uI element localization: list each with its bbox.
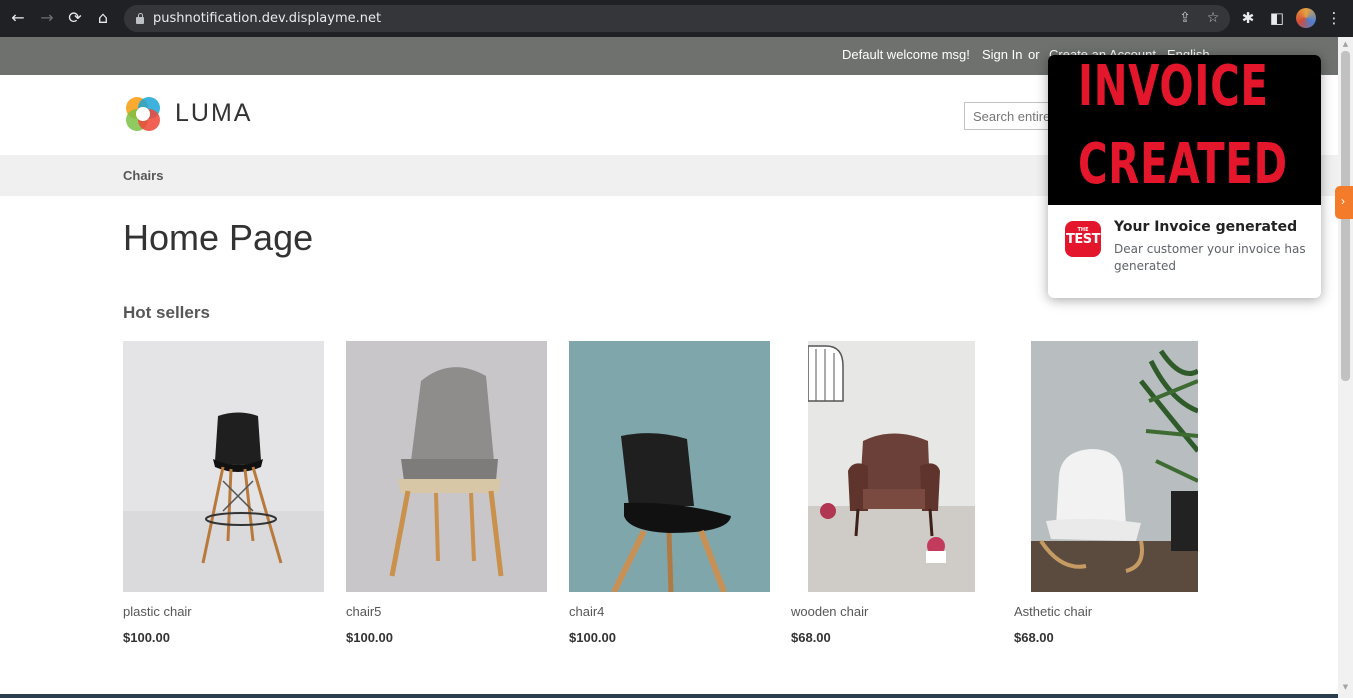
url-text[interactable]: pushnotification.dev.displayme.net [153, 11, 381, 26]
sign-in-link[interactable]: Sign In [982, 47, 1022, 62]
banner-line-1: INVOICE [1078, 55, 1269, 119]
nav-item-chairs[interactable]: Chairs [123, 168, 163, 183]
back-icon[interactable]: ← [8, 8, 28, 28]
logo-text[interactable]: LUMA [175, 99, 252, 128]
lock-icon[interactable] [136, 13, 144, 24]
browser-toolbar: ← → ⟳ ⌂ pushnotification.dev.displayme.n… [0, 0, 1353, 37]
product-price: $68.00 [1014, 630, 1054, 645]
product-name[interactable]: wooden chair [791, 604, 868, 619]
section-title: Hot sellers [123, 303, 210, 322]
address-bar[interactable]: pushnotification.dev.displayme.net ⇪ ☆ [124, 5, 1230, 32]
share-icon[interactable]: ⇪ [1176, 9, 1194, 27]
menu-icon[interactable]: ⋮ [1324, 8, 1344, 28]
star-icon[interactable]: ☆ [1204, 9, 1222, 27]
product-price: $100.00 [346, 630, 393, 645]
product-image[interactable] [808, 341, 975, 592]
home-icon[interactable]: ⌂ [93, 8, 113, 28]
product-image[interactable] [346, 341, 547, 592]
or-text: or [1028, 47, 1040, 62]
notification-body: Dear customer your invoice has generated [1114, 242, 1306, 273]
product-price: $100.00 [569, 630, 616, 645]
notification-app-icon: THE TEST [1065, 221, 1101, 257]
banner-line-2: CREATED [1078, 132, 1288, 197]
side-panel-icon[interactable]: ◧ [1267, 8, 1287, 28]
page-title: Home Page [123, 217, 314, 258]
vertical-scrollbar[interactable]: ▲ ▼ [1338, 37, 1353, 698]
product-name[interactable]: Asthetic chair [1014, 604, 1092, 619]
product-name[interactable]: chair4 [569, 604, 604, 619]
product-price: $100.00 [123, 630, 170, 645]
chevron-right-icon: › [1341, 194, 1345, 208]
product-image[interactable] [123, 341, 324, 592]
notification-title: Your Invoice generated [1114, 219, 1298, 235]
scroll-down-arrow-icon[interactable]: ▼ [1341, 683, 1350, 691]
notification-banner-image: INVOICE CREATED [1048, 55, 1321, 205]
product-name[interactable]: plastic chair [123, 604, 192, 619]
profile-avatar[interactable] [1296, 8, 1316, 28]
product-price: $68.00 [791, 630, 831, 645]
welcome-message: Default welcome msg! [842, 47, 970, 62]
scroll-up-arrow-icon[interactable]: ▲ [1341, 40, 1350, 48]
product-image[interactable] [1031, 341, 1198, 592]
reload-icon[interactable]: ⟳ [65, 8, 85, 28]
luma-logo-icon[interactable] [123, 94, 163, 134]
product-name[interactable]: chair5 [346, 604, 381, 619]
side-widget-tab[interactable]: › [1335, 186, 1353, 219]
product-image[interactable] [569, 341, 770, 592]
extensions-icon[interactable]: ✱ [1238, 8, 1258, 28]
forward-icon[interactable]: → [37, 8, 57, 28]
push-notification[interactable]: INVOICE CREATED THE TEST Your Invoice ge… [1048, 55, 1321, 298]
icon-large-text: TEST [1066, 232, 1100, 247]
footer-strip [0, 694, 1338, 698]
